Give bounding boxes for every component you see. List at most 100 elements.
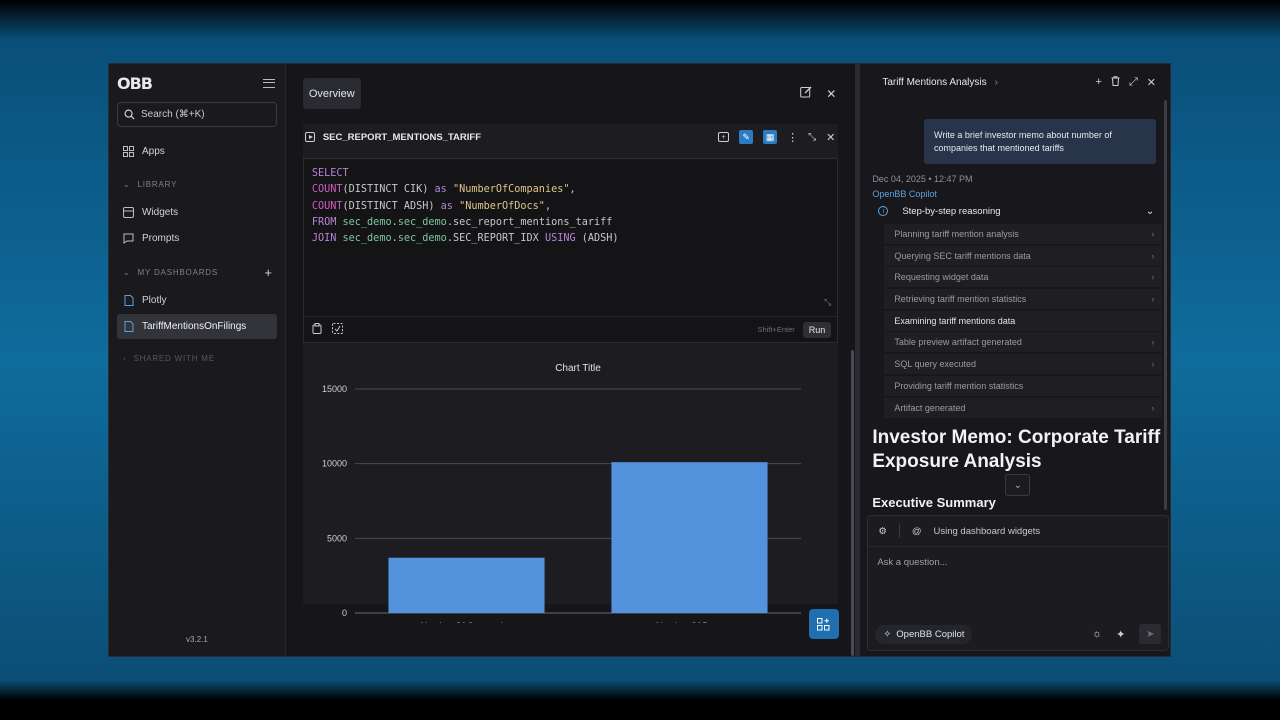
- y-tick-label: 0: [342, 608, 347, 618]
- format-icon[interactable]: [331, 322, 343, 337]
- sidebar-item-plotly[interactable]: Plotly: [109, 287, 285, 313]
- chevron-right-icon: ›: [994, 76, 998, 88]
- more-options-icon[interactable]: ⋮: [787, 131, 798, 144]
- section-label: LIBRARY: [137, 179, 178, 189]
- menu-icon[interactable]: [262, 78, 275, 88]
- expand-icon[interactable]: ⤢: [1129, 76, 1138, 89]
- chart-title: Chart Title: [555, 363, 601, 374]
- copy-icon[interactable]: [312, 322, 322, 337]
- scroll-down-button[interactable]: ⌄: [1005, 474, 1031, 496]
- tab-overview[interactable]: Overview: [302, 78, 361, 109]
- minimize-icon[interactable]: ⤡: [808, 132, 816, 143]
- sidebar-item-label: Widgets: [142, 206, 179, 218]
- memo-title: Investor Memo: Corporate Tariff Exposure…: [872, 427, 1161, 472]
- context-label[interactable]: Using dashboard widgets: [934, 526, 1041, 537]
- trash-icon[interactable]: [1111, 75, 1120, 89]
- reasoning-step-label: Examining tariff mentions data: [894, 315, 1016, 326]
- sidebar: OBB Search (⌘+K) Apps ⌄ LIBRARY Widgets: [109, 64, 286, 656]
- bar: [611, 462, 768, 613]
- grid-icon: [123, 145, 134, 157]
- edit-sql-icon[interactable]: ✎: [739, 130, 754, 144]
- resize-handle-icon[interactable]: ⤡: [824, 297, 831, 308]
- chat-input-box: ⚙ @ Using dashboard widgets Ask a questi…: [867, 515, 1170, 651]
- version-label: v3.2.1: [186, 635, 208, 644]
- copilot-add-icon[interactable]: +: [718, 132, 730, 142]
- y-tick-label: 5000: [327, 533, 347, 543]
- info-icon: i: [878, 206, 889, 216]
- user-message: Write a brief investor memo about number…: [924, 119, 1157, 164]
- copilot-panel: Tariff Mentions Analysis › + ⤢ ✕ Write a…: [859, 64, 1170, 656]
- sidebar-item-apps[interactable]: Apps: [109, 138, 285, 164]
- reasoning-steps: i Step-by-step reasoning ⌄ Planning tari…: [872, 201, 1163, 419]
- add-widget-button[interactable]: [808, 609, 839, 639]
- sql-editor[interactable]: SELECT COUNT(DISTINCT CIK) as "NumberOfC…: [302, 158, 839, 343]
- magic-icon[interactable]: ✦: [1116, 628, 1125, 641]
- close-icon[interactable]: ✕: [826, 87, 836, 101]
- search-input[interactable]: Search (⌘+K): [117, 102, 277, 127]
- chevron-right-icon: ›: [1151, 294, 1155, 305]
- reasoning-step[interactable]: Requesting widget data ›: [884, 267, 1163, 288]
- sql-code[interactable]: SELECT COUNT(DISTINCT CIK) as "NumberOfC…: [304, 159, 837, 254]
- sidebar-item-tariffmentionsonfilings[interactable]: TariffMentionsOnFilings: [117, 314, 277, 339]
- reasoning-step[interactable]: Retrieving tariff mention statistics ›: [884, 289, 1163, 310]
- edit-icon[interactable]: [800, 86, 812, 101]
- shortcut-hint: Shift+Enter: [757, 325, 795, 334]
- reasoning-step[interactable]: Planning tariff mention analysis ›: [884, 224, 1163, 244]
- widget-title: SEC_REPORT_MENTIONS_TARIFF: [322, 131, 482, 143]
- message-icon: [123, 233, 134, 244]
- library-section[interactable]: ⌄ LIBRARY: [109, 172, 285, 196]
- run-button[interactable]: Run: [802, 321, 832, 338]
- toggle-view-icon[interactable]: ▦: [763, 130, 778, 144]
- model-selector[interactable]: ✧ OpenBB Copilot: [875, 624, 973, 644]
- shared-section[interactable]: › SHARED WITH ME: [109, 346, 285, 370]
- sidebar-item-label: Plotly: [142, 294, 167, 306]
- reasoning-step-label: Table preview artifact generated: [894, 337, 1022, 348]
- chevron-right-icon: ›: [1151, 272, 1155, 283]
- lightbulb-icon[interactable]: ☼: [1092, 628, 1102, 640]
- y-tick-label: 15000: [322, 384, 347, 394]
- search-icon: [124, 109, 135, 120]
- close-copilot-icon[interactable]: ✕: [1147, 76, 1156, 89]
- chat-title[interactable]: Tariff Mentions Analysis: [882, 77, 986, 88]
- dashboards-section[interactable]: ⌄ MY DASHBOARDS +: [109, 260, 285, 284]
- reasoning-step[interactable]: SQL query executed ›: [884, 354, 1163, 375]
- reasoning-step-label: Artifact generated: [894, 402, 966, 413]
- reasoning-step[interactable]: Artifact generated ›: [884, 397, 1163, 418]
- run-widget-icon[interactable]: [304, 132, 315, 142]
- reasoning-step[interactable]: Providing tariff mention statistics: [884, 375, 1163, 396]
- file-icon: [123, 294, 134, 306]
- copilot-scrollbar[interactable]: [1164, 100, 1168, 510]
- chevron-down-icon: ⌄: [123, 179, 131, 189]
- new-chat-icon[interactable]: +: [1096, 76, 1102, 89]
- openbb-logo: OBB: [117, 73, 153, 93]
- reasoning-step[interactable]: Examining tariff mentions data: [884, 310, 1163, 331]
- reasoning-label: Step-by-step reasoning: [902, 205, 1001, 217]
- close-widget-icon[interactable]: ✕: [826, 131, 835, 144]
- section-label: MY DASHBOARDS: [137, 267, 219, 277]
- sidebar-item-label: Prompts: [142, 232, 180, 244]
- chevron-right-icon: ›: [1151, 402, 1155, 413]
- chat-input[interactable]: Ask a question...: [868, 547, 1168, 578]
- message-timestamp: Dec 04, 2025 • 12:47 PM: [872, 174, 973, 184]
- memo-section-heading: Executive Summary: [872, 495, 996, 510]
- add-dashboard-icon[interactable]: +: [264, 265, 272, 280]
- at-icon[interactable]: @: [912, 526, 922, 537]
- add-widget-icon: [817, 617, 830, 630]
- x-tick-label: Number Of Companies: [420, 621, 513, 623]
- settings-icon[interactable]: ⚙: [878, 526, 887, 537]
- bar: [388, 557, 545, 613]
- widget-icon: [123, 206, 134, 218]
- reasoning-step[interactable]: Querying SEC tariff mentions data ›: [884, 245, 1163, 266]
- send-button[interactable]: ➤: [1139, 624, 1162, 644]
- reasoning-toggle[interactable]: i Step-by-step reasoning ⌄: [872, 201, 1162, 221]
- reasoning-step-label: Retrieving tariff mention statistics: [894, 294, 1027, 305]
- reasoning-step[interactable]: Table preview artifact generated ›: [884, 332, 1163, 353]
- sidebar-item-label: TariffMentionsOnFilings: [142, 321, 247, 332]
- sparkle-icon: ✧: [883, 628, 892, 640]
- model-label: OpenBB Copilot: [896, 628, 965, 640]
- main-scrollbar[interactable]: [851, 350, 855, 656]
- sidebar-item-widgets[interactable]: Widgets: [109, 199, 285, 225]
- sidebar-item-label: Apps: [142, 145, 165, 157]
- sidebar-item-prompts[interactable]: Prompts: [109, 225, 285, 251]
- chevron-right-icon: ›: [1151, 229, 1155, 239]
